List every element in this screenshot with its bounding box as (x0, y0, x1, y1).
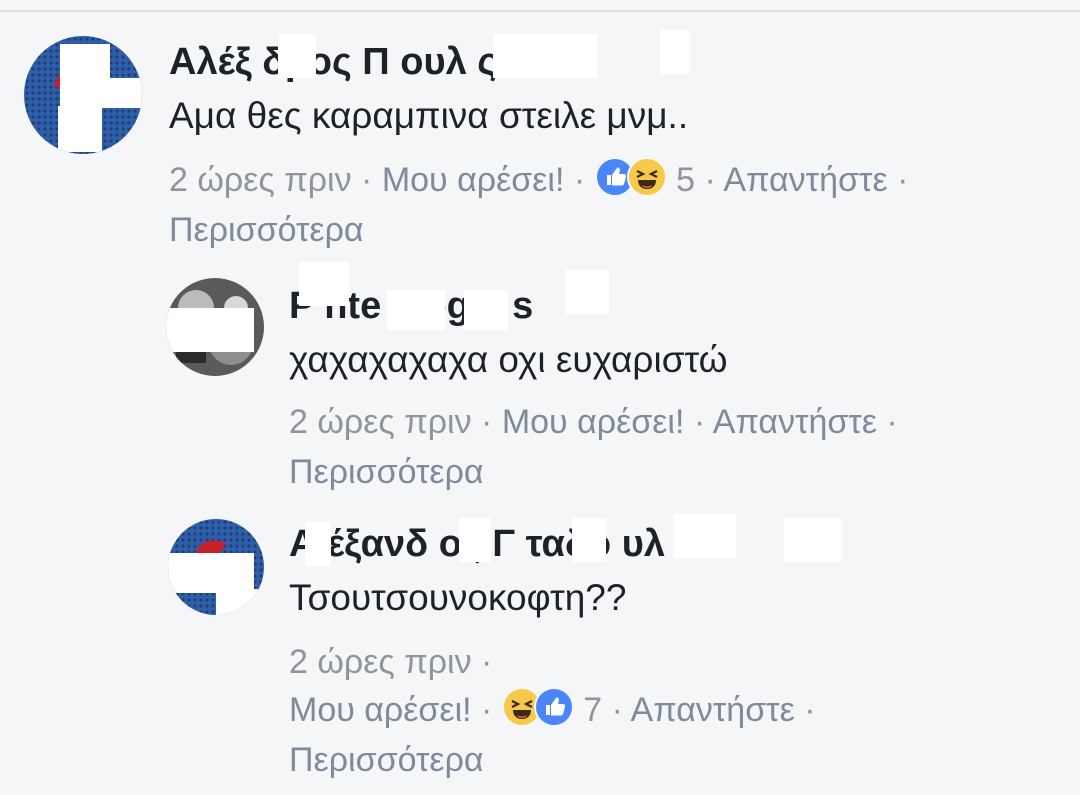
separator: · (693, 403, 706, 441)
comment: P nte s ogis s χαχαχαχαχα οχι ευχαριστώ … (0, 260, 1080, 510)
separator: · (481, 403, 493, 441)
separator: · (897, 161, 909, 199)
reply-button[interactable]: Απαντήστε (723, 161, 887, 199)
comment-actions: 2 ώρες πριν · Μου αρέσει! · 5 · Απαντήστ… (169, 156, 908, 204)
comment-time[interactable]: 2 ώρες πριν (289, 403, 472, 441)
like-icon (533, 687, 574, 727)
comment-time[interactable]: 2 ώρες πριν (289, 643, 472, 681)
like-button[interactable]: Μου αρέσει! (289, 691, 472, 729)
comment-time[interactable]: 2 ώρες πριν (169, 161, 352, 199)
more-button[interactable]: Περισσότερα (169, 211, 364, 249)
haha-icon (626, 157, 667, 197)
comment: Α έξανδ ος Γ ταδο υλ Τσουτσουνοκοφτη?? 2… (0, 500, 1080, 795)
comment-actions: Μου αρέσει! · 7 · Απαντήστε · (289, 686, 816, 734)
reply-button[interactable]: Απαντήστε (713, 403, 877, 441)
more-button[interactable]: Περισσότερα (289, 741, 484, 779)
comment-actions: 2 ώρες πριν · Μου αρέσει! · Απαντήστε · (289, 398, 898, 446)
comment-author[interactable]: Αλέξ δρος Π ουλ ς (169, 40, 497, 84)
comment-text: Τσουτσουνοκοφτη?? (289, 577, 627, 618)
separator: · (886, 403, 898, 441)
more-button[interactable]: Περισσότερα (289, 453, 484, 491)
separator: · (573, 161, 586, 199)
reactions[interactable] (594, 156, 667, 204)
separator: · (704, 161, 716, 199)
separator: · (804, 691, 816, 729)
separator: · (481, 691, 493, 729)
comment-text: χαχαχαχαχα οχι ευχαριστώ (289, 339, 728, 380)
like-button[interactable]: Μου αρέσει! (382, 161, 565, 199)
comment-text: Αμα θες καραμπινα στειλε μνμ.. (169, 95, 689, 136)
like-button[interactable]: Μου αρέσει! (502, 403, 685, 441)
avatar[interactable] (166, 278, 264, 376)
avatar[interactable] (24, 36, 142, 154)
reaction-count[interactable]: 5 (676, 161, 695, 199)
separator: · (481, 643, 493, 681)
reaction-count[interactable]: 7 (583, 691, 602, 729)
separator: · (611, 691, 623, 729)
reactions[interactable] (501, 686, 574, 734)
separator: · (361, 161, 373, 199)
comment: Αλέξ δρος Π ουλ ς Αμα θες καραμπινα στει… (0, 0, 1080, 260)
avatar[interactable] (168, 519, 264, 615)
reply-button[interactable]: Απαντήστε (631, 691, 795, 729)
comment-actions: 2 ώρες πριν · (289, 638, 492, 686)
